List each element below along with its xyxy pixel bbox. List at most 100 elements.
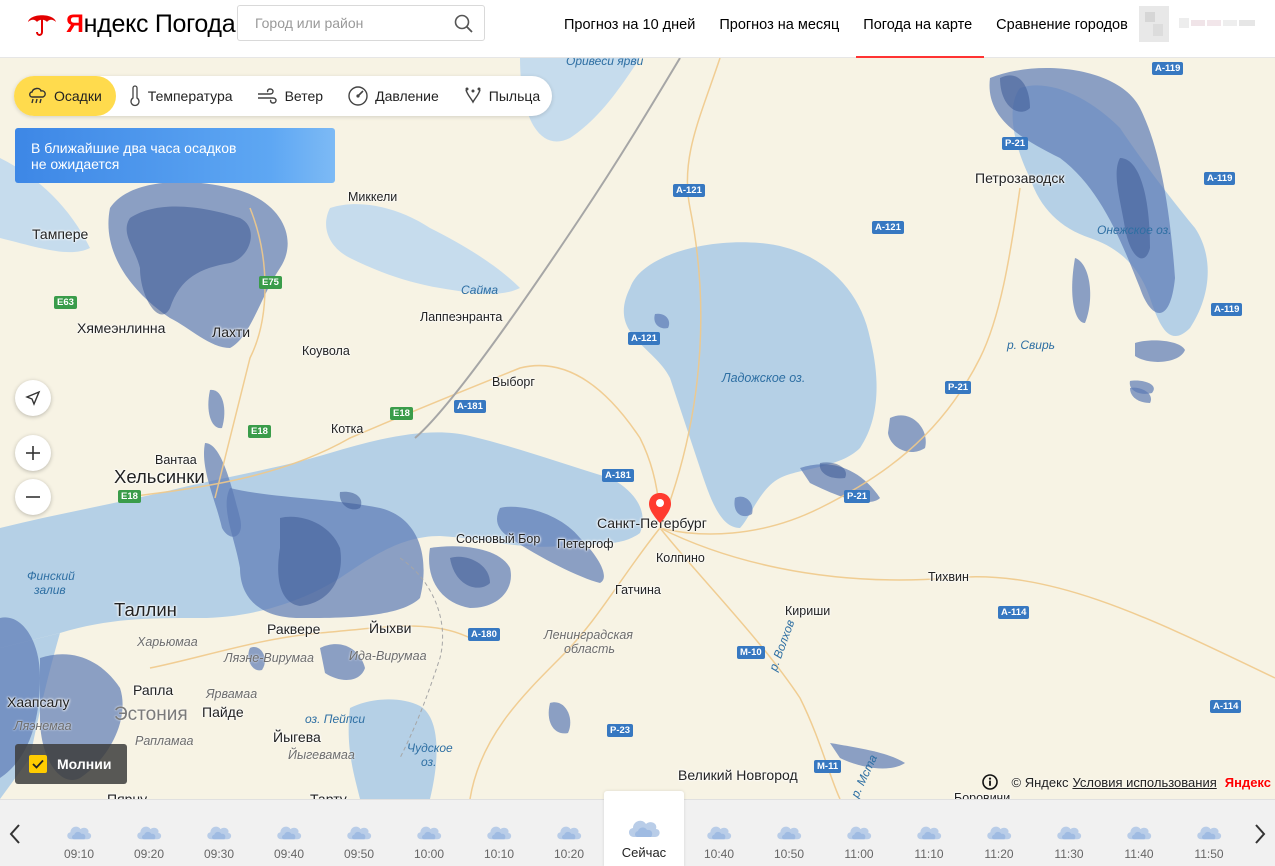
city-label: Йыгева [273, 729, 321, 745]
layer-wind[interactable]: Ветер [245, 76, 336, 116]
city-label: Хаапсалу [7, 694, 70, 710]
road-shield: E18 [390, 407, 413, 420]
timeline-slot[interactable]: 10:40 [684, 800, 754, 866]
city-label: Пярну [107, 791, 148, 799]
timeline-slot-time: 11:30 [1054, 847, 1084, 861]
timeline-slot-time: 09:40 [273, 847, 305, 861]
lightning-toggle[interactable]: Молнии [15, 744, 127, 784]
timeline-slot[interactable]: 11:10 [894, 800, 964, 866]
yandex-map-logo[interactable]: Яндекс [1225, 775, 1271, 790]
locate-arrow-icon [25, 390, 41, 406]
road-shield: A-181 [454, 400, 486, 413]
road-shield: A-181 [602, 469, 634, 482]
timeline-slot[interactable]: 11:30 [1034, 800, 1104, 866]
lightning-checkbox[interactable] [29, 755, 47, 773]
location-pin-icon[interactable] [648, 492, 672, 524]
region-label: Харьюмаа [137, 635, 198, 649]
pollen-icon [465, 87, 481, 104]
layer-precipitation[interactable]: Осадки [14, 76, 116, 116]
layer-label: Температура [147, 88, 233, 104]
cloud-icon [847, 826, 872, 840]
zoom-in-button[interactable] [15, 435, 51, 471]
city-label: Пайде [202, 704, 244, 720]
water-label: Сайма [461, 283, 499, 297]
layer-pressure[interactable]: Давление [335, 76, 451, 116]
timeline-slot[interactable]: 10:10 [464, 800, 534, 866]
water-label: оз. [421, 755, 437, 769]
city-label: Петергоф [557, 537, 614, 551]
timeline-slot[interactable]: 10:50 [754, 800, 824, 866]
layer-label: Ветер [284, 88, 324, 104]
chevron-right-icon [1255, 823, 1266, 844]
region-label: Рапламаа [135, 734, 194, 748]
water-label: залив [34, 583, 66, 597]
layer-temperature[interactable]: Температура [116, 76, 245, 116]
timeline-slot[interactable]: 09:20 [114, 800, 184, 866]
timeline-slot-time: 09:20 [133, 847, 165, 861]
cloud-icon [557, 826, 582, 840]
timeline-slot[interactable]: 10:00 [394, 800, 464, 866]
city-label: Таллин [114, 599, 177, 620]
nav-compare-cities[interactable]: Сравнение городов [984, 0, 1140, 58]
cloud-icon [628, 820, 660, 837]
city-label: Хямеэнлинна [77, 320, 166, 336]
cloud-icon [417, 826, 442, 840]
city-label: Тарту [310, 791, 347, 799]
region-label: Йыгевамаа [288, 748, 355, 762]
timeline-slot-time: 11:50 [1194, 847, 1224, 861]
road-shield: M-10 [737, 646, 765, 659]
city-label: Лаппеэнранта [420, 310, 503, 324]
timeline-slot[interactable]: 11:20 [964, 800, 1034, 866]
logo-text: Яндекс Погода [66, 9, 236, 38]
locate-button[interactable] [15, 380, 51, 416]
timeline-slot-current[interactable]: Сейчас [604, 791, 684, 866]
logo[interactable]: Яндекс Погода [26, 8, 236, 40]
region-label: Ида-Вирумаа [349, 649, 427, 663]
timeline-slot[interactable]: 09:40 [254, 800, 324, 866]
city-label: Коувола [302, 344, 350, 358]
timeline-slot-time: 11:40 [1124, 847, 1154, 861]
timeline-slot[interactable]: 11:50 [1174, 800, 1244, 866]
info-icon[interactable] [981, 774, 998, 790]
timeline-slot-time: 09:10 [63, 847, 95, 861]
minus-icon [26, 496, 40, 498]
road-shield: E63 [54, 296, 77, 309]
road-shield: E18 [248, 425, 271, 438]
layer-pollen[interactable]: Пыльца [451, 76, 552, 116]
cloud-icon [1057, 826, 1082, 840]
timeline-slot[interactable]: 10:20 [534, 800, 604, 866]
road-shield: A-114 [1210, 700, 1242, 713]
road-shield: A-119 [1211, 303, 1243, 316]
user-avatar[interactable] [1139, 4, 1261, 44]
timeline-next-button[interactable] [1245, 800, 1275, 866]
search-input[interactable] [238, 6, 438, 40]
timeline-slot[interactable]: 11:00 [824, 800, 894, 866]
timeline-slot[interactable]: 09:30 [184, 800, 254, 866]
cloud-icon [707, 826, 732, 840]
road-shield: A-121 [673, 184, 705, 197]
city-label: Кириши [785, 604, 831, 618]
search-box[interactable] [237, 5, 485, 41]
search-icon[interactable] [454, 14, 474, 34]
layer-label: Пыльца [488, 88, 541, 104]
zoom-out-button[interactable] [15, 479, 51, 515]
cloud-icon [207, 826, 232, 840]
city-label: Сосновый Бор [456, 532, 541, 546]
terms-link[interactable]: Условия использования [1072, 775, 1216, 790]
city-label: Хельсинки [114, 466, 205, 487]
road-shield: A-121 [872, 221, 904, 234]
timeline-slot[interactable]: 09:10 [44, 800, 114, 866]
timeline-slot[interactable]: 09:50 [324, 800, 394, 866]
country-label: Эстония [114, 704, 188, 725]
timeline-prev-button[interactable] [0, 800, 30, 866]
water-label: Оривеси ярви [566, 58, 644, 68]
weather-map[interactable]: A-119 A-121 A-121 A-121 P-21 A-119 A-119… [0, 58, 1275, 799]
timeline-slot[interactable]: 11:40 [1104, 800, 1174, 866]
nav-forecast-month[interactable]: Прогноз на месяц [707, 0, 851, 58]
region-label: Ляэне-Вирумаа [224, 651, 314, 665]
nav-weather-map[interactable]: Погода на карте [851, 0, 985, 58]
layer-label: Осадки [54, 88, 102, 104]
nav-forecast-10-days[interactable]: Прогноз на 10 дней [552, 0, 707, 58]
water-label: р. Свирь [1007, 338, 1055, 352]
timeline-slot-time: 11:20 [984, 847, 1014, 861]
